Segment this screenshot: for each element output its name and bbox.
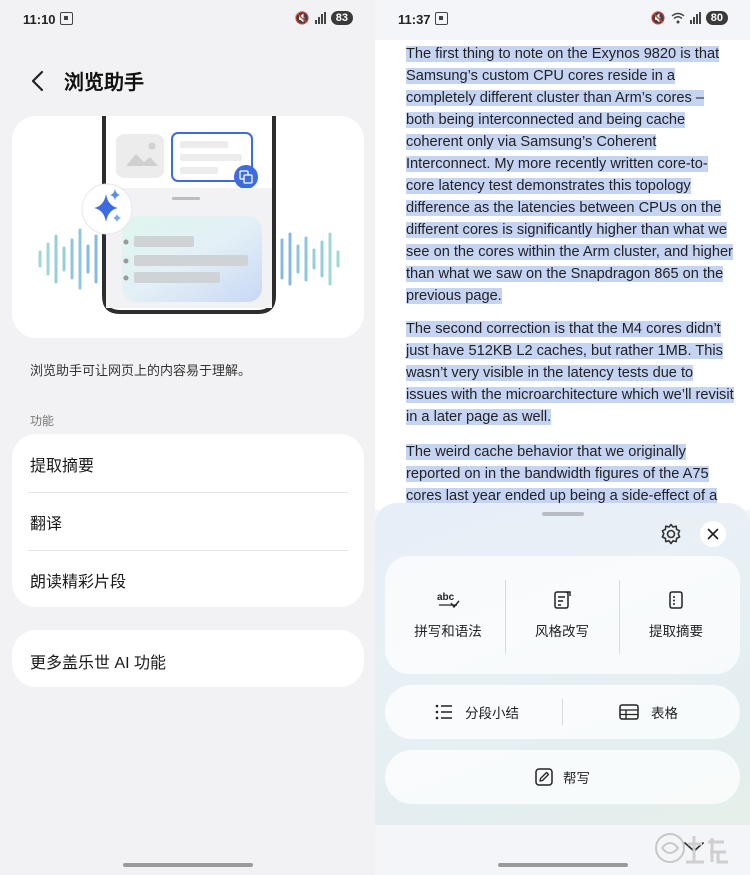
selected-text: The weird cache behavior that we origina… [406, 444, 718, 504]
status-time: 11:10 [23, 12, 56, 27]
pen-icon [535, 768, 553, 786]
drag-handle[interactable] [542, 512, 584, 516]
home-indicator[interactable] [122, 863, 253, 867]
status-bar: 11:37 🔇 80 [375, 0, 750, 40]
signal-icon [689, 12, 701, 24]
battery-badge: 83 [330, 11, 353, 25]
feature-description: 浏览助手可让网页上的内容易于理解。 [30, 363, 252, 378]
more-ai-features[interactable]: 更多盖乐世 AI 功能 [12, 630, 364, 687]
selected-text: The first thing to note on the Exynos 98… [406, 46, 733, 304]
spell-grammar-label: 拼写和语法 [414, 624, 482, 639]
section-summary-label: 分段小结 [465, 706, 519, 721]
tool-grid: abc 拼写和语法 风格改写 提取摘要 [385, 556, 740, 674]
extract-summary-label: 提取摘要 [649, 624, 703, 639]
article-content: The first thing to note on the Exynos 98… [375, 40, 750, 510]
left-screen: 11:10 🔇 83 浏览助手 浏览助手可让网页上的内容易于理解。 功能 提取摘… [0, 0, 375, 875]
section-summary-button[interactable]: 分段小结 [435, 685, 519, 739]
table-icon [619, 704, 639, 720]
feature-list: 提取摘要 翻译 朗读精彩片段 [12, 434, 364, 607]
table-button[interactable]: 表格 [619, 685, 678, 739]
screenshot-icon [60, 12, 73, 25]
format-options: 分段小结 表格 [385, 685, 740, 739]
extract-summary-button[interactable]: 提取摘要 [617, 556, 735, 674]
compose-button[interactable]: 帮写 [385, 750, 740, 804]
mute-icon: 🔇 [294, 11, 310, 25]
writing-assist-panel: abc 拼写和语法 风格改写 提取摘要 分段小结 表格 帮写 [375, 503, 750, 825]
style-rewrite-label: 风格改写 [535, 624, 589, 639]
close-button[interactable] [700, 521, 726, 547]
wifi-icon [671, 12, 685, 24]
status-time: 11:37 [398, 12, 431, 27]
mute-icon: 🔇 [650, 11, 666, 25]
rewrite-icon [552, 590, 572, 610]
battery-badge: 80 [705, 11, 728, 25]
section-label: 功能 [30, 414, 55, 428]
article-paragraph[interactable]: The first thing to note on the Exynos 98… [406, 43, 736, 307]
more-ai-features-label: 更多盖乐世 AI 功能 [30, 655, 167, 672]
spell-grammar-button[interactable]: abc 拼写和语法 [389, 556, 507, 674]
back-arrow-icon[interactable] [26, 67, 50, 95]
browsing-assistant-illustration [38, 116, 340, 314]
summary-icon [666, 590, 686, 610]
spell-check-icon: abc [436, 590, 460, 610]
article-paragraph[interactable]: The weird cache behavior that we origina… [406, 441, 736, 507]
feature-translate[interactable]: 翻译 [30, 493, 348, 551]
page-title: 浏览助手 [64, 72, 144, 94]
style-rewrite-button[interactable]: 风格改写 [503, 556, 621, 674]
spell-glyph: abc [437, 592, 455, 603]
spell-check-glyph: abc [437, 592, 460, 609]
right-screen: 11:37 🔇 80 The first thing to note on th… [375, 0, 750, 875]
list-icon [435, 704, 452, 720]
table-label: 表格 [651, 706, 678, 721]
hero-illustration [12, 116, 364, 338]
gear-icon[interactable] [659, 522, 683, 546]
screenshot-icon [435, 12, 448, 25]
compose-label: 帮写 [563, 771, 590, 786]
close-icon [707, 528, 719, 540]
rewrite-glyph [554, 591, 571, 609]
signal-icon [314, 12, 326, 24]
selected-text: The second correction is that the M4 cor… [406, 321, 734, 425]
status-bar: 11:10 🔇 83 [0, 0, 375, 40]
watermark-logo [655, 833, 728, 864]
home-indicator[interactable] [497, 863, 628, 867]
divider [562, 699, 563, 725]
feature-read-highlights[interactable]: 朗读精彩片段 [30, 551, 348, 609]
feature-summary[interactable]: 提取摘要 [30, 435, 348, 493]
summary-glyph [669, 591, 683, 609]
article-paragraph[interactable]: The second correction is that the M4 cor… [406, 318, 736, 428]
